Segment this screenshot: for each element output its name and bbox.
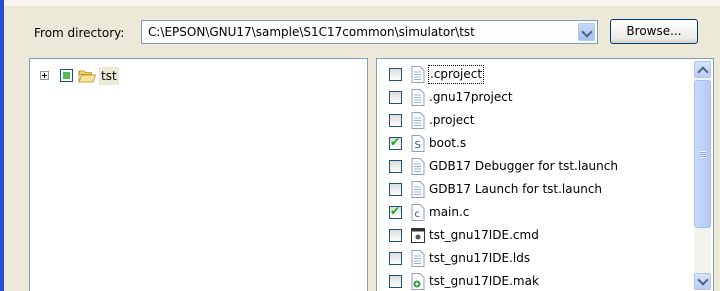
expand-icon[interactable] bbox=[40, 71, 49, 80]
file-icon bbox=[411, 66, 425, 83]
file-icon bbox=[411, 112, 425, 129]
file-list[interactable]: ✔ .cproject ✔ .gnu17project ✔ .project ✔ Sboot.… bbox=[376, 58, 714, 291]
file-list-item[interactable]: ✔ GDB17 Launch for tst.launch bbox=[389, 179, 689, 202]
tree-item-checkbox[interactable] bbox=[60, 69, 73, 82]
grip-icon bbox=[700, 151, 706, 158]
assembly-file-icon: S bbox=[411, 135, 425, 152]
file-name: .cproject bbox=[427, 65, 485, 84]
checkmark-icon: ✔ bbox=[390, 135, 401, 149]
checkmark-icon: ✔ bbox=[390, 204, 401, 218]
file-list-item[interactable]: ✔ tst_gnu17IDE.cmd bbox=[389, 225, 689, 248]
file-list-item[interactable]: ✔ .gnu17project bbox=[389, 87, 689, 110]
file-icon bbox=[411, 181, 425, 198]
file-list-item[interactable]: ✔ .project bbox=[389, 110, 689, 133]
file-checkbox[interactable]: ✔ bbox=[389, 91, 402, 104]
file-checkbox[interactable]: ✔ bbox=[389, 183, 402, 196]
file-list-item[interactable]: ✔ .cproject bbox=[389, 64, 689, 87]
top-strip bbox=[4, 0, 720, 6]
directory-dropdown-button[interactable] bbox=[578, 23, 595, 41]
file-list-item[interactable]: ✔ c main.c bbox=[389, 202, 689, 225]
file-icon bbox=[411, 250, 425, 267]
file-checkbox[interactable]: ✔ bbox=[389, 204, 402, 219]
file-checkbox[interactable]: ✔ bbox=[389, 114, 402, 127]
file-name: .project bbox=[429, 113, 475, 127]
folder-tree[interactable]: tst bbox=[29, 58, 368, 291]
directory-value[interactable]: C:\EPSON\GNU17\sample\S1C17common\simula… bbox=[148, 24, 475, 40]
file-checkbox[interactable]: ✔ bbox=[389, 160, 402, 173]
c-file-icon: c bbox=[411, 204, 425, 221]
browse-button[interactable]: Browse... bbox=[610, 19, 698, 44]
scroll-down-button[interactable] bbox=[694, 273, 711, 290]
file-list-item[interactable]: ✔ GDB17 Debugger for tst.launch bbox=[389, 156, 689, 179]
file-name: boot.s bbox=[429, 136, 467, 150]
file-icon bbox=[411, 158, 425, 175]
chevron-down-icon bbox=[581, 26, 593, 38]
file-name: GDB17 Launch for tst.launch bbox=[429, 182, 603, 196]
import-panel: From directory: C:\EPSON\GNU17\sample\S1… bbox=[0, 0, 720, 291]
file-checkbox[interactable]: ✔ bbox=[389, 135, 402, 150]
file-list-item[interactable]: ✔ tst_gnu17IDE.lds bbox=[389, 248, 689, 271]
file-checkbox[interactable]: ✔ bbox=[389, 275, 402, 288]
scrollbar-thumb[interactable] bbox=[694, 80, 711, 228]
file-name: tst_gnu17IDE.cmd bbox=[429, 228, 539, 242]
directory-combo[interactable]: C:\EPSON\GNU17\sample\S1C17common\simula… bbox=[141, 20, 598, 44]
file-list-item[interactable]: ✔ Sboot.s bbox=[389, 133, 689, 156]
svg-text:S: S bbox=[415, 140, 421, 151]
scroll-up-button[interactable] bbox=[694, 61, 711, 78]
file-checkbox[interactable]: ✔ bbox=[389, 68, 402, 81]
file-checkbox[interactable]: ✔ bbox=[389, 252, 402, 265]
chevron-up-icon bbox=[697, 66, 709, 78]
file-name: main.c bbox=[429, 205, 470, 219]
file-name: tst_gnu17IDE.mak bbox=[429, 274, 539, 288]
svg-text:c: c bbox=[415, 209, 421, 220]
file-icon bbox=[411, 89, 425, 106]
from-directory-label: From directory: bbox=[34, 26, 125, 40]
file-checkbox[interactable]: ✔ bbox=[389, 229, 402, 242]
vertical-scrollbar[interactable] bbox=[694, 61, 711, 290]
file-name: GDB17 Debugger for tst.launch bbox=[429, 159, 618, 173]
file-name: .gnu17project bbox=[429, 90, 513, 104]
file-name: tst_gnu17IDE.lds bbox=[429, 251, 531, 265]
tree-item-label: tst bbox=[99, 67, 119, 85]
chevron-down-icon bbox=[697, 274, 709, 286]
folder-open-icon bbox=[78, 70, 96, 83]
makefile-icon bbox=[411, 273, 425, 290]
file-list-item[interactable]: ✔ tst_gnu17IDE.mak bbox=[389, 271, 689, 291]
command-file-icon bbox=[411, 228, 425, 243]
